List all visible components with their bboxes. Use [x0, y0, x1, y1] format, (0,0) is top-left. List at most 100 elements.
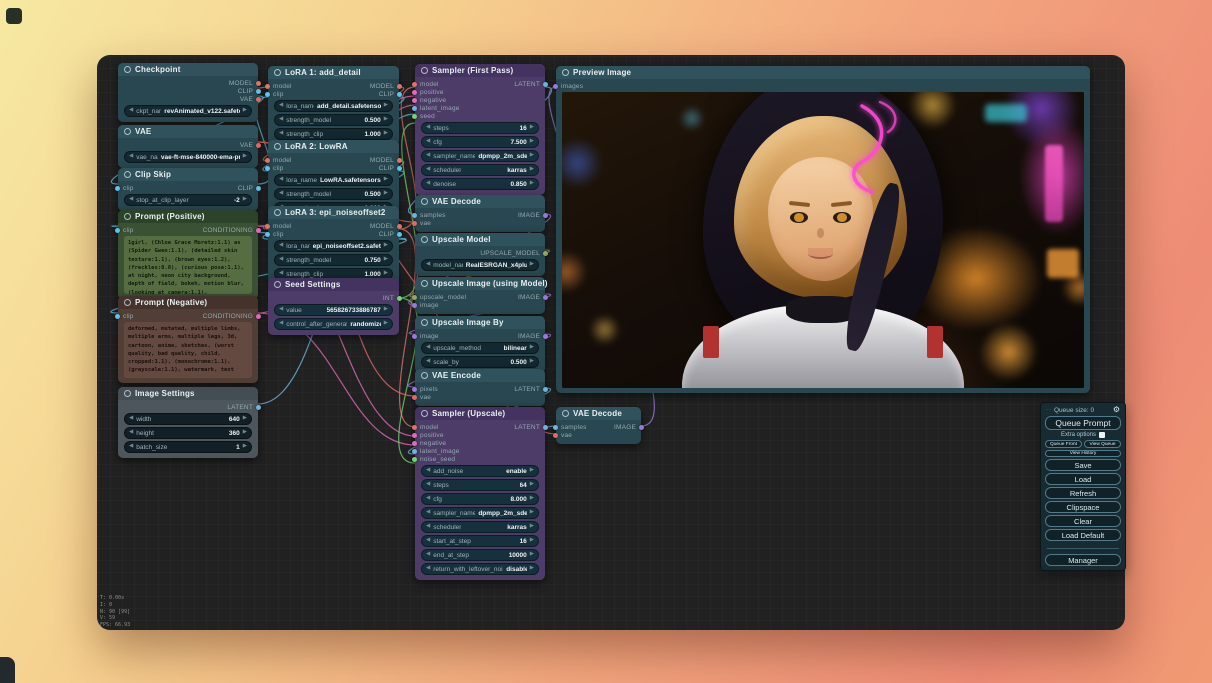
decrement-arrow-icon[interactable]: ◀ [426, 125, 430, 131]
increment-arrow-icon[interactable]: ▶ [243, 154, 247, 160]
node-header[interactable]: LoRA 2: LowRA [268, 140, 399, 153]
node-clip-skip[interactable]: Clip Skip clip CLIP ◀ stop_at_clip_layer -2 ▶ [115, 168, 261, 211]
slot-dot-icon[interactable] [543, 212, 548, 218]
slot-dot-icon[interactable] [412, 456, 417, 462]
slot-dot-icon[interactable] [412, 89, 417, 95]
increment-arrow-icon[interactable]: ▶ [243, 444, 247, 450]
slot-dot-icon[interactable] [265, 91, 270, 97]
clear-button[interactable]: Clear [1045, 515, 1121, 527]
input-slot-model[interactable]: model [265, 157, 292, 164]
increment-arrow-icon[interactable]: ▶ [243, 416, 247, 422]
node-header[interactable]: LoRA 1: add_detail [268, 66, 399, 79]
widget-value[interactable]: ◀ value 565826733886787 ▶ [274, 304, 393, 316]
increment-arrow-icon[interactable]: ▶ [530, 468, 534, 474]
output-slot-CLIP[interactable]: CLIP [238, 185, 261, 192]
refresh-button[interactable]: Refresh [1045, 487, 1121, 499]
slot-dot-icon[interactable] [412, 394, 417, 400]
output-slot-LATENT[interactable]: LATENT [227, 404, 261, 411]
decrement-arrow-icon[interactable]: ◀ [129, 430, 133, 436]
node-header[interactable]: Checkpoint [118, 63, 258, 76]
decrement-arrow-icon[interactable]: ◀ [129, 108, 133, 114]
node-header[interactable]: Image Settings [118, 387, 258, 400]
input-slot-seed[interactable]: seed [412, 113, 435, 120]
increment-arrow-icon[interactable]: ▶ [243, 197, 247, 203]
load-default-button[interactable]: Load Default [1045, 529, 1121, 541]
output-slot-LATENT[interactable]: LATENT [514, 386, 548, 393]
widget-sampler_name[interactable]: ◀ sampler_name dpmpp_2m_sde ▶ [421, 507, 539, 519]
decrement-arrow-icon[interactable]: ◀ [279, 103, 283, 109]
slot-dot-icon[interactable] [256, 80, 261, 86]
widget-strength_model[interactable]: ◀ strength_model 0.750 ▶ [274, 254, 393, 266]
widget-return_with_leftover_noise[interactable]: ◀ return_with_leftover_noise disable ▶ [421, 563, 539, 575]
node-upscale-image-using-model[interactable]: Upscale Image (using Model) upscale_model… [412, 277, 548, 314]
input-slot-samples[interactable]: samples [412, 212, 446, 219]
increment-arrow-icon[interactable]: ▶ [384, 243, 388, 249]
increment-arrow-icon[interactable]: ▶ [530, 125, 534, 131]
output-slot-CONDITIONING[interactable]: CONDITIONING [203, 313, 261, 320]
input-slot-negative[interactable]: negative [412, 97, 446, 104]
decrement-arrow-icon[interactable]: ◀ [426, 139, 430, 145]
increment-arrow-icon[interactable]: ▶ [384, 271, 388, 277]
collapse-dot-icon[interactable] [124, 213, 131, 220]
input-slot-pixels[interactable]: pixels [412, 386, 438, 393]
slot-dot-icon[interactable] [543, 424, 548, 430]
slot-dot-icon[interactable] [265, 157, 270, 163]
decrement-arrow-icon[interactable]: ◀ [426, 345, 430, 351]
node-vae-decode-2[interactable]: VAE Decode samples IMAGE vae [553, 407, 644, 444]
output-slot-LATENT[interactable]: LATENT [514, 81, 548, 88]
input-slot-clip[interactable]: clip [115, 185, 134, 192]
collapse-dot-icon[interactable] [124, 66, 131, 73]
input-slot-noise_seed[interactable]: noise_seed [412, 456, 455, 463]
decrement-arrow-icon[interactable]: ◀ [426, 181, 430, 187]
slot-dot-icon[interactable] [256, 88, 261, 94]
increment-arrow-icon[interactable]: ▶ [384, 177, 388, 183]
view-queue-button[interactable]: View Queue [1084, 440, 1121, 448]
decrement-arrow-icon[interactable]: ◀ [279, 271, 283, 277]
output-slot-UPSCALE_MODEL[interactable]: UPSCALE_MODEL [480, 250, 548, 257]
widget-add_noise[interactable]: ◀ add_noise enable ▶ [421, 465, 539, 477]
output-slot-CLIP[interactable]: CLIP [379, 231, 402, 238]
collapse-dot-icon[interactable] [421, 280, 428, 287]
node-header[interactable]: VAE [118, 125, 258, 138]
widget-vae_name[interactable]: ◀vae_namevae-ft-mse-840000-ema-pruned.ck… [124, 151, 252, 163]
slot-dot-icon[interactable] [412, 212, 417, 218]
collapse-dot-icon[interactable] [274, 281, 281, 288]
decrement-arrow-icon[interactable]: ◀ [426, 482, 430, 488]
widget-cfg[interactable]: ◀ cfg 7.500 ▶ [421, 136, 539, 148]
slot-dot-icon[interactable] [397, 165, 402, 171]
collapse-dot-icon[interactable] [562, 69, 569, 76]
decrement-arrow-icon[interactable]: ◀ [129, 444, 133, 450]
slot-dot-icon[interactable] [265, 83, 270, 89]
widget-strength_clip[interactable]: ◀strength_clip1.000▶ [274, 128, 393, 140]
input-slot-clip[interactable]: clip [265, 231, 284, 238]
collapse-dot-icon[interactable] [274, 209, 281, 216]
input-slot-model[interactable]: model [265, 83, 292, 90]
save-button[interactable]: Save [1045, 459, 1121, 471]
slot-dot-icon[interactable] [256, 96, 261, 102]
slot-dot-icon[interactable] [412, 81, 417, 87]
slot-dot-icon[interactable] [412, 105, 417, 111]
increment-arrow-icon[interactable]: ▶ [384, 117, 388, 123]
slot-dot-icon[interactable] [397, 91, 402, 97]
decrement-arrow-icon[interactable]: ◀ [279, 117, 283, 123]
node-preview-image[interactable]: Preview Image images [553, 66, 1090, 393]
slot-dot-icon[interactable] [397, 295, 402, 301]
slot-dot-icon[interactable] [553, 432, 558, 438]
node-sampler-first-pass[interactable]: Sampler (First Pass) model LATENT positive n… [412, 64, 548, 195]
node-header[interactable]: Upscale Image By [415, 316, 545, 329]
menu-drag-handle[interactable]: ·· [1046, 407, 1052, 413]
node-header[interactable]: Preview Image [556, 66, 1090, 79]
input-slot-vae[interactable]: vae [553, 432, 572, 439]
widget-scheduler[interactable]: ◀ scheduler karras ▶ [421, 164, 539, 176]
input-slot-latent_image[interactable]: latent_image [412, 105, 460, 112]
widget-steps[interactable]: ◀ steps 16 ▶ [421, 122, 539, 134]
slot-dot-icon[interactable] [412, 302, 417, 308]
increment-arrow-icon[interactable]: ▶ [384, 257, 388, 263]
increment-arrow-icon[interactable]: ▶ [243, 430, 247, 436]
comfy-menu-panel[interactable]: ·· Queue size: 0 ⚙ Queue Prompt Extra op… [1040, 402, 1126, 571]
output-slot-CLIP[interactable]: CLIP [379, 165, 402, 172]
slot-dot-icon[interactable] [256, 142, 261, 148]
increment-arrow-icon[interactable]: ▶ [530, 139, 534, 145]
widget-lora_name[interactable]: ◀ lora_name LowRA.safetensors ▶ [274, 174, 393, 186]
extra-options-checkbox[interactable] [1099, 432, 1106, 438]
